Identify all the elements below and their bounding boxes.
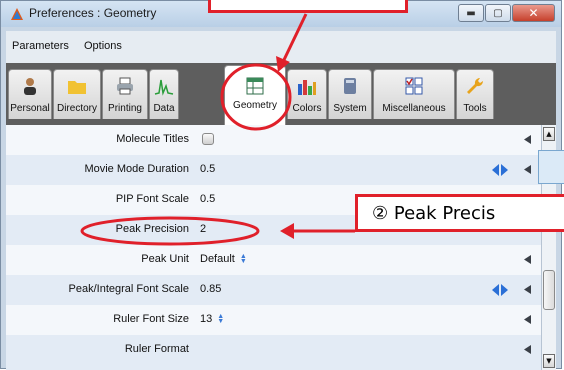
tab-label: System bbox=[333, 103, 367, 114]
left-right-arrows-icon[interactable] bbox=[490, 283, 510, 297]
tab-system[interactable]: System bbox=[328, 69, 372, 119]
close-button[interactable]: ✕ bbox=[512, 4, 555, 22]
color-bars-icon bbox=[298, 80, 316, 95]
setting-label: Molecule Titles bbox=[116, 133, 189, 145]
molecule-titles-checkbox[interactable] bbox=[202, 133, 214, 145]
tab-label: Printing bbox=[108, 103, 142, 114]
close-icon: ✕ bbox=[528, 6, 539, 20]
annotation-text: ② Peak Precis bbox=[372, 203, 496, 224]
tab-data[interactable]: Data bbox=[149, 69, 179, 119]
tab-label: Miscellaneous bbox=[382, 103, 446, 114]
menu-options[interactable]: Options bbox=[84, 40, 122, 52]
top-annotation-box bbox=[208, 0, 408, 13]
tab-label: Data bbox=[153, 103, 175, 114]
checklist-icon bbox=[405, 77, 423, 95]
tab-miscellaneous[interactable]: Miscellaneous bbox=[373, 69, 455, 119]
tab-colors[interactable]: Colors bbox=[287, 69, 327, 119]
window-title: Preferences : Geometry bbox=[29, 6, 157, 20]
background-window-edge bbox=[538, 150, 564, 184]
reset-icon[interactable] bbox=[522, 254, 533, 265]
reset-icon[interactable] bbox=[522, 164, 533, 175]
scroll-up-button[interactable]: ▲ bbox=[543, 127, 555, 141]
peak-integral-font-scale-value[interactable]: 0.85 bbox=[200, 283, 221, 295]
row-ruler-font-size: Ruler Font Size 13 ▲ ▼ bbox=[6, 305, 541, 335]
spectrum-icon bbox=[154, 79, 174, 96]
peak-precision-value[interactable]: 2 bbox=[200, 223, 206, 235]
app-logo-icon bbox=[11, 8, 23, 20]
menu-parameters[interactable]: Parameters bbox=[12, 40, 69, 52]
row-molecule-titles: Molecule Titles bbox=[6, 125, 541, 155]
maximize-button[interactable]: ▢ bbox=[485, 4, 511, 22]
setting-label: Peak/Integral Font Scale bbox=[68, 283, 189, 295]
tab-directory[interactable]: Directory bbox=[53, 69, 101, 119]
row-ruler-format: Ruler Format bbox=[6, 335, 541, 370]
setting-label: Movie Mode Duration bbox=[84, 163, 189, 175]
minimize-icon: ▬ bbox=[466, 7, 476, 19]
tab-geometry[interactable]: Geometry bbox=[224, 65, 286, 125]
up-down-arrows-icon: ▲ ▼ bbox=[217, 313, 225, 326]
tab-label: Personal bbox=[10, 103, 50, 114]
grid-icon bbox=[246, 77, 264, 95]
setting-label: Peak Unit bbox=[141, 253, 189, 265]
system-icon bbox=[344, 78, 356, 94]
tab-label: Tools bbox=[463, 103, 487, 114]
setting-label: Ruler Font Size bbox=[113, 313, 189, 325]
movie-mode-duration-value[interactable]: 0.5 bbox=[200, 163, 215, 175]
scroll-thumb[interactable] bbox=[543, 270, 555, 310]
ruler-font-size-select[interactable]: 13 ▲ ▼ bbox=[200, 313, 224, 325]
row-peak-integral-font-scale: Peak/Integral Font Scale 0.85 bbox=[6, 275, 541, 305]
tab-label: Colors bbox=[292, 103, 322, 114]
tab-strip: Personal Directory Printing Data Geometr… bbox=[6, 63, 556, 125]
reset-icon[interactable] bbox=[522, 314, 533, 325]
folder-icon bbox=[68, 81, 86, 94]
reset-icon[interactable] bbox=[522, 344, 533, 355]
up-down-arrows-icon: ▲ ▼ bbox=[239, 253, 247, 266]
setting-label: Ruler Format bbox=[124, 343, 189, 355]
peak-unit-value: Default bbox=[200, 253, 235, 265]
minimize-button[interactable]: ▬ bbox=[458, 4, 484, 22]
ruler-font-size-value: 13 bbox=[200, 313, 213, 325]
reset-icon[interactable] bbox=[522, 284, 533, 295]
menu-bar: Parameters Options bbox=[6, 37, 556, 57]
printer-icon bbox=[117, 77, 133, 95]
preferences-window: Preferences : Geometry ▬ ▢ ✕ Parameters … bbox=[0, 0, 562, 370]
maximize-icon: ▢ bbox=[493, 7, 503, 19]
left-right-arrows-icon[interactable] bbox=[490, 163, 510, 177]
scroll-down-button[interactable]: ▼ bbox=[543, 354, 555, 368]
tab-label: Directory bbox=[56, 103, 97, 114]
pip-font-scale-value[interactable]: 0.5 bbox=[200, 193, 215, 205]
settings-panel: Molecule Titles Movie Mode Duration 0.5 … bbox=[6, 125, 541, 370]
tab-label: Geometry bbox=[233, 100, 277, 111]
peak-unit-select[interactable]: Default ▲ ▼ bbox=[200, 253, 247, 265]
row-movie-mode-duration: Movie Mode Duration 0.5 bbox=[6, 155, 541, 185]
setting-label: Peak Precision bbox=[115, 223, 189, 235]
tab-tools[interactable]: Tools bbox=[456, 69, 494, 119]
annotation-callout: ② Peak Precis bbox=[355, 194, 564, 232]
person-icon bbox=[24, 78, 36, 95]
tab-personal[interactable]: Personal bbox=[8, 69, 52, 119]
tab-printing[interactable]: Printing bbox=[102, 69, 148, 119]
setting-label: PIP Font Scale bbox=[115, 193, 189, 205]
wrench-icon bbox=[467, 77, 484, 94]
row-peak-unit: Peak Unit Default ▲ ▼ bbox=[6, 245, 541, 275]
reset-icon[interactable] bbox=[522, 134, 533, 145]
